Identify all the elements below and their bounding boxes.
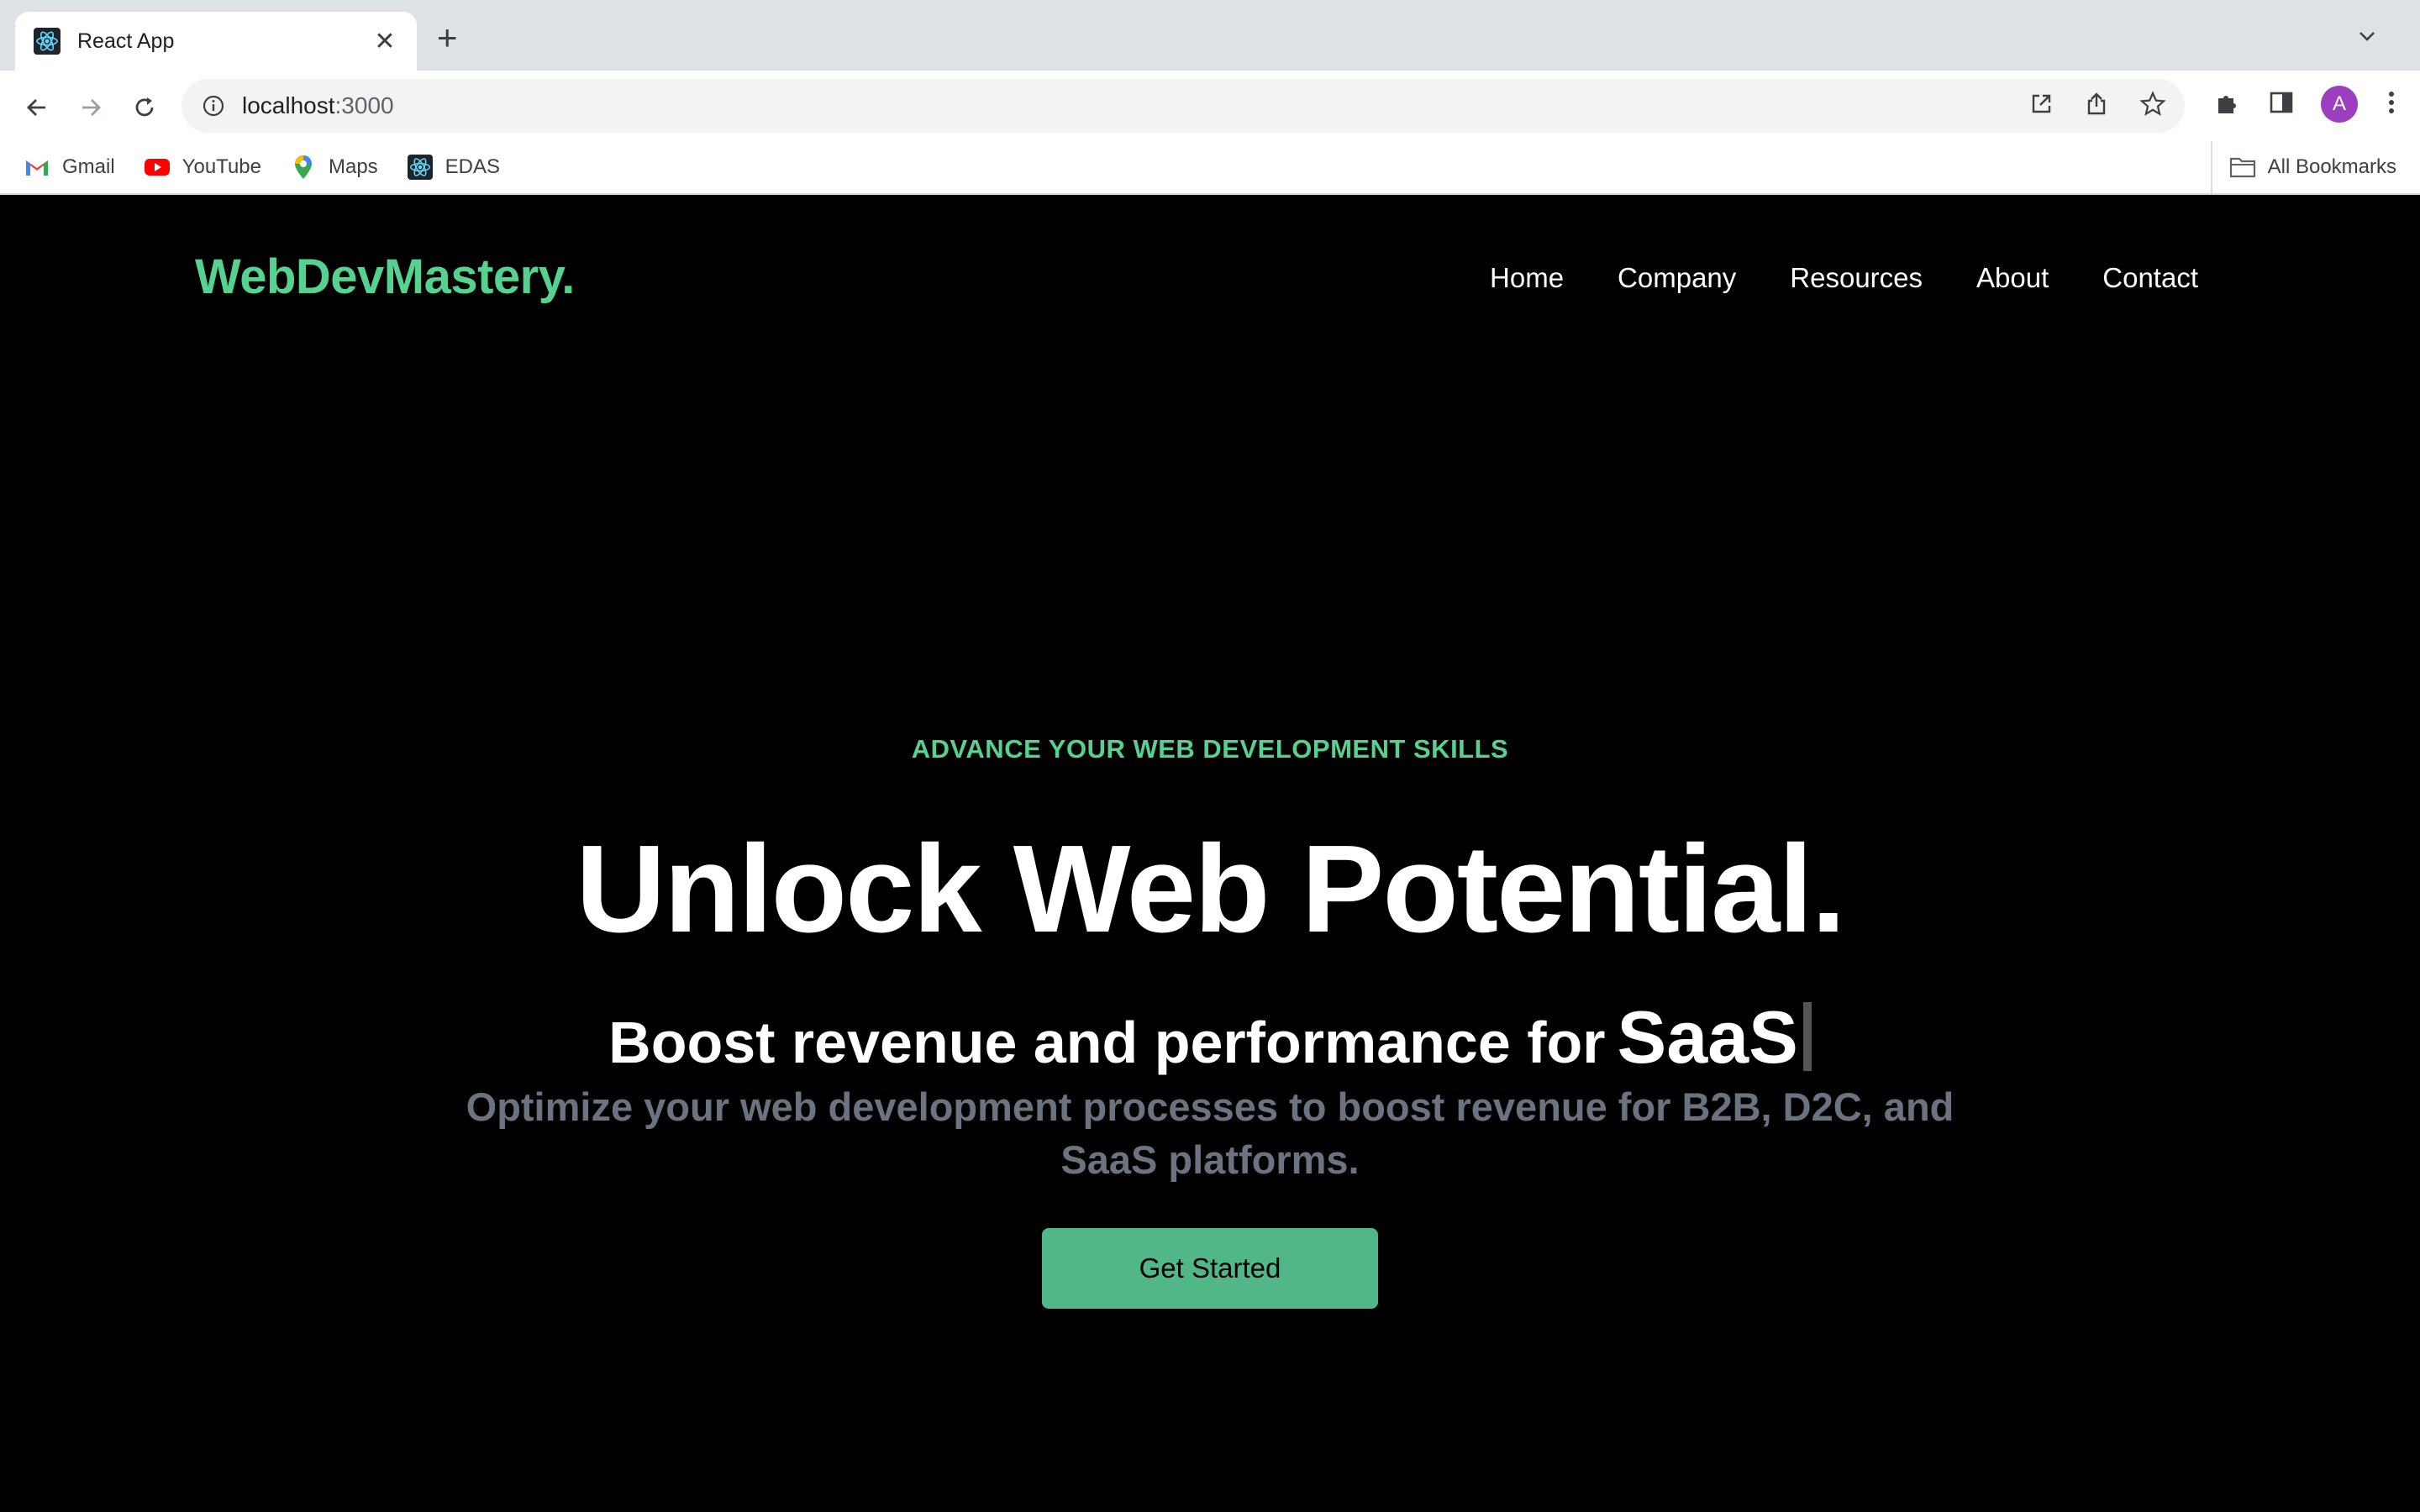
tab-title: React App — [77, 29, 175, 53]
profile-avatar[interactable]: A — [2321, 86, 2358, 123]
maps-icon — [290, 154, 317, 181]
bookmark-label: YouTube — [182, 155, 261, 178]
address-bar[interactable]: localhost:3000 — [182, 79, 2185, 133]
get-started-button[interactable]: Get Started — [1042, 1228, 1378, 1309]
back-arrow-icon[interactable] — [18, 89, 55, 126]
nav-contact[interactable]: Contact — [2102, 262, 2198, 294]
bookmark-youtube[interactable]: YouTube — [144, 154, 261, 181]
star-icon[interactable] — [2139, 90, 2166, 122]
main-nav: Home Company Resources About Contact — [1490, 262, 2198, 294]
forward-arrow-icon[interactable] — [72, 89, 109, 126]
page-content: WebDevMastery. Home Company Resources Ab… — [0, 197, 2420, 1512]
gmail-icon — [24, 154, 50, 181]
bookmark-maps[interactable]: Maps — [290, 154, 378, 181]
hero-description: Optimize your web development processes … — [466, 1084, 1954, 1182]
bookmark-gmail[interactable]: Gmail — [24, 154, 115, 181]
site-info-icon[interactable] — [200, 92, 227, 119]
close-tab-icon[interactable]: ✕ — [371, 27, 398, 56]
open-in-new-icon[interactable] — [2028, 92, 2054, 121]
bookmarks-bar: Gmail YouTube Maps EDAS All Bookmarks — [0, 141, 2420, 195]
bookmark-label: EDAS — [445, 155, 501, 178]
side-panel-icon[interactable] — [2267, 88, 2296, 121]
folder-icon — [2229, 155, 2256, 179]
bookmark-edas[interactable]: EDAS — [407, 154, 500, 181]
hero-subhead: Boost revenue and performance for SaaS — [0, 995, 2420, 1080]
youtube-icon — [144, 154, 171, 181]
nav-company[interactable]: Company — [1618, 262, 1736, 294]
browser-toolbar: localhost:3000 A — [0, 71, 2420, 141]
url-port: :3000 — [334, 92, 394, 118]
extensions-puzzle-icon[interactable] — [2213, 88, 2242, 121]
hero-eyebrow: ADVANCE YOUR WEB DEVELOPMENT SKILLS — [911, 734, 1509, 764]
all-bookmarks-label: All Bookmarks — [2267, 155, 2396, 178]
all-bookmarks-button[interactable]: All Bookmarks — [2210, 141, 2396, 193]
more-menu-icon[interactable] — [2383, 88, 2400, 121]
bookmark-label: Maps — [328, 155, 378, 178]
browser-tab[interactable]: React App ✕ — [15, 12, 417, 71]
typing-cursor — [1802, 1002, 1812, 1071]
react-icon — [407, 154, 434, 181]
typed-word: SaaS — [1617, 995, 1798, 1079]
url-host: localhost — [242, 92, 335, 118]
react-icon — [34, 28, 60, 55]
nav-resources[interactable]: Resources — [1790, 262, 1923, 294]
url-text[interactable]: localhost:3000 — [242, 92, 2028, 119]
subhead-text: Boost revenue and performance for — [608, 1010, 1606, 1075]
site-logo[interactable]: WebDevMastery. — [195, 249, 575, 305]
share-icon[interactable] — [2084, 92, 2109, 121]
hero-headline: Unlock Web Potential. — [576, 820, 1845, 958]
browser-tab-strip: React App ✕ + — [0, 0, 2420, 71]
bookmark-label: Gmail — [62, 155, 115, 178]
chevron-down-icon[interactable] — [2356, 25, 2378, 51]
nav-about[interactable]: About — [1976, 262, 2049, 294]
reload-icon[interactable] — [126, 89, 163, 126]
nav-home[interactable]: Home — [1490, 262, 1564, 294]
new-tab-button[interactable]: + — [437, 20, 458, 55]
